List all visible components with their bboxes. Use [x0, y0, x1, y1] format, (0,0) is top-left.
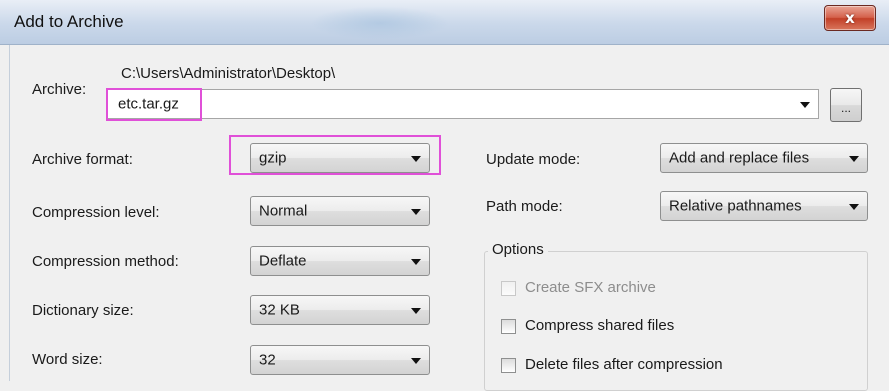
archive-name-highlight	[106, 88, 202, 121]
dropdown-arrow-icon	[411, 358, 421, 364]
browse-button[interactable]: ...	[830, 88, 862, 122]
compression-level-value: Normal	[259, 202, 308, 220]
dictionary-size-select[interactable]: 32 KB	[250, 295, 430, 325]
delete-after-checkbox[interactable]	[501, 358, 516, 373]
archive-path: C:\Users\Administrator\Desktop\	[121, 65, 336, 82]
word-size-label: Word size:	[32, 351, 103, 368]
compression-method-select[interactable]: Deflate	[250, 246, 430, 276]
compress-shared-checkbox[interactable]	[501, 319, 516, 334]
dictionary-size-label: Dictionary size:	[32, 302, 134, 319]
close-icon: x	[845, 9, 855, 27]
archive-format-label: Archive format:	[32, 151, 133, 168]
compression-method-label: Compression method:	[32, 253, 179, 270]
compression-method-value: Deflate	[259, 252, 307, 270]
dropdown-arrow-icon	[411, 259, 421, 265]
create-sfx-label: Create SFX archive	[525, 279, 656, 296]
compression-level-select[interactable]: Normal	[250, 196, 430, 226]
close-button[interactable]: x	[824, 5, 876, 31]
delete-after-label: Delete files after compression	[525, 356, 723, 373]
dropdown-arrow-icon	[849, 156, 859, 162]
archive-format-highlight	[229, 135, 441, 175]
dropdown-arrow-icon	[849, 204, 859, 210]
dictionary-size-value: 32 KB	[259, 301, 300, 319]
word-size-value: 32	[259, 351, 276, 369]
update-mode-value: Add and replace files	[669, 149, 810, 167]
dropdown-arrow-icon[interactable]	[800, 102, 810, 108]
compress-shared-label: Compress shared files	[525, 317, 675, 334]
update-mode-select[interactable]: Add and replace files	[660, 143, 868, 173]
dialog-client-area: Archive: C:\Users\Administrator\Desktop\…	[9, 45, 886, 391]
word-size-select[interactable]: 32	[250, 345, 430, 375]
path-mode-select[interactable]: Relative pathnames	[660, 191, 868, 221]
dropdown-arrow-icon	[411, 308, 421, 314]
path-mode-value: Relative pathnames	[669, 197, 802, 215]
create-sfx-checkbox[interactable]	[501, 281, 516, 296]
archive-name-combobox[interactable]: etc.tar.gz	[106, 89, 819, 119]
options-title: Options	[488, 241, 548, 258]
title-bar-glow	[310, 6, 450, 40]
title-bar: Add to Archive x	[0, 0, 889, 45]
archive-label: Archive:	[32, 81, 87, 98]
compression-level-label: Compression level:	[32, 204, 160, 221]
window-title: Add to Archive	[14, 12, 124, 31]
path-mode-label: Path mode:	[486, 198, 563, 215]
update-mode-label: Update mode:	[486, 151, 581, 168]
dropdown-arrow-icon	[411, 209, 421, 215]
